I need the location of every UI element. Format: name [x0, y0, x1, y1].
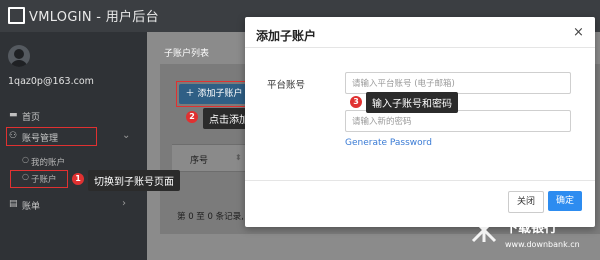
close-icon[interactable]: ×: [573, 25, 584, 40]
watermark-title: 下载银行: [505, 221, 558, 236]
sidebar-item-label: 首页: [22, 113, 41, 123]
callout-step-1: 切换到子账号页面: [88, 170, 180, 191]
step-badge-1: 1: [72, 173, 84, 185]
column-header-index[interactable]: 序号: [190, 153, 208, 166]
close-button[interactable]: 关闭: [508, 191, 544, 213]
bullet-icon: ○: [22, 155, 29, 164]
password-input[interactable]: 请输入新的密码: [345, 110, 571, 132]
watermark-url: www.downbank.cn: [505, 240, 580, 249]
generate-password-link[interactable]: Generate Password: [345, 138, 432, 148]
step-badge-2: 2: [186, 111, 198, 123]
logo-icon: [8, 7, 25, 24]
chevron-right-icon: ›: [122, 198, 126, 209]
step-badge-3: 3: [350, 96, 362, 108]
sort-icon[interactable]: ⬍: [235, 153, 242, 162]
platform-account-label: 平台账号: [267, 80, 306, 91]
modal-title: 添加子账户: [256, 29, 317, 43]
user-email: 1qaz0p@163.com: [8, 76, 94, 87]
platform-account-input[interactable]: 请输入平台账号 (电子邮箱): [345, 72, 571, 94]
bill-icon: ▤: [9, 199, 18, 209]
highlight-box-add-button: [176, 81, 255, 107]
table-record-count: 第 0 至 0 条记录,: [177, 212, 244, 222]
sidebar-item-label: 账单: [22, 202, 41, 212]
home-icon: ▬: [9, 110, 18, 120]
avatar[interactable]: [8, 45, 30, 67]
modal-divider: [245, 47, 595, 48]
chevron-down-icon: ⌄: [122, 130, 131, 141]
highlight-box-sub-account: [10, 170, 68, 188]
sidebar-item-bill[interactable]: ▤ 账单 ›: [0, 195, 147, 215]
sidebar-subitem-my-account[interactable]: ○ 我的账户: [0, 153, 147, 169]
highlight-box-account-management: [6, 127, 97, 146]
watermark-logo: [471, 217, 497, 243]
callout-step-3: 输入子账号和密码: [366, 92, 458, 113]
sidebar-item-home[interactable]: ▬ 首页: [0, 106, 147, 126]
confirm-button[interactable]: 确定: [548, 191, 582, 211]
app-title: VMLOGIN - 用户后台: [29, 10, 159, 25]
sidebar-subitem-label: 我的账户: [31, 158, 66, 168]
modal-footer-divider: [245, 180, 595, 181]
